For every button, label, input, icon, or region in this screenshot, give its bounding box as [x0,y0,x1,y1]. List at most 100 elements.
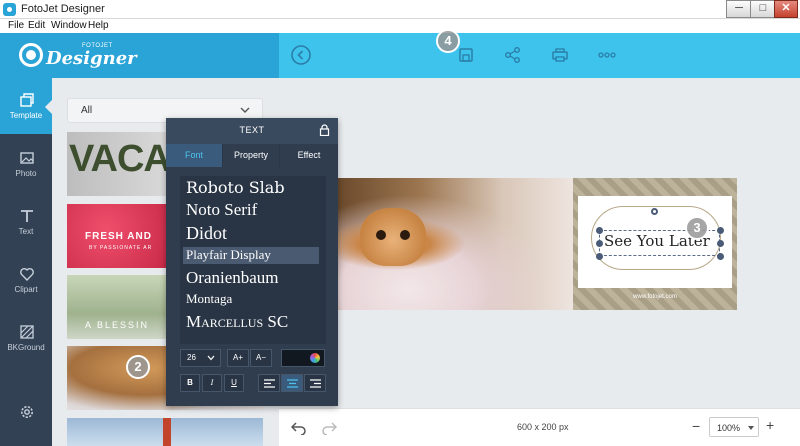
nav-clipart[interactable]: Clipart [0,252,52,308]
background-icon [20,325,34,339]
font-option[interactable]: Noto Serif [186,200,257,220]
resize-handle[interactable] [596,253,603,260]
chevron-down-icon [240,107,250,113]
tab-font[interactable]: Font [166,144,223,167]
align-left-icon [264,379,275,388]
font-option[interactable]: Montaga [186,291,232,307]
align-right-button[interactable] [304,374,326,392]
design-canvas[interactable]: See You Later www.fotojet.com [338,178,737,310]
minimize-button[interactable]: ─ [726,0,752,18]
thumb-text: FRESH AND [85,231,152,242]
template-icon [20,93,34,107]
thumb-text: A BLESSIN [85,320,150,330]
nav-photo[interactable]: Photo [0,136,52,192]
back-icon[interactable] [290,44,312,66]
design-card[interactable]: See You Later www.fotojet.com [573,178,737,310]
text-panel-tabs: Font Property Effect [166,144,338,167]
bold-button[interactable]: B [180,374,200,392]
text-panel-title: TEXT [239,125,265,135]
text-icon [21,210,33,222]
font-size-value: 26 [187,353,196,362]
lock-icon[interactable] [319,124,330,136]
bridge-graphic [163,418,171,446]
window-title: FotoJet Designer [21,3,105,15]
bottom-bar: 600 x 200 px − 100% + [279,408,800,446]
left-nav: Template Photo Text Clipart BKGround [0,78,52,446]
settings-icon [21,406,33,418]
template-thumb-bridge[interactable] [67,418,263,446]
text-controls: 26 A+ A− B I U [180,347,326,403]
maximize-button[interactable]: □ [750,0,776,18]
chevron-down-icon [748,426,754,430]
design-photo[interactable] [338,178,573,310]
font-size-select[interactable]: 26 [180,349,221,367]
rotate-handle[interactable] [651,208,658,215]
font-size-increase-button[interactable]: A+ [227,349,249,367]
resize-handle[interactable] [717,253,724,260]
tab-property[interactable]: Property [223,144,280,167]
align-left-button[interactable] [258,374,280,392]
chevron-down-icon [207,355,215,361]
kitten-image [360,208,426,266]
close-button[interactable]: ✕ [774,0,798,18]
menu-edit[interactable]: Edit [28,20,45,31]
clipart-icon [20,267,34,282]
menu-bar: File Edit Window Help [0,19,800,33]
step-badge-2: 2 [126,355,150,379]
nav-background-label: BKGround [7,343,45,352]
logo-icon [19,43,43,67]
nav-clipart-label: Clipart [14,285,38,294]
nav-photo-label: Photo [15,169,37,178]
nav-background[interactable]: BKGround [0,310,52,366]
nav-settings[interactable] [0,390,52,446]
nav-template-label: Template [9,111,43,120]
category-value: All [81,105,93,116]
color-wheel-icon [310,353,320,363]
font-option[interactable]: Didot [186,223,227,244]
align-center-icon [287,379,298,388]
menu-help[interactable]: Help [88,20,109,31]
font-option[interactable]: Roboto Slab [186,178,285,197]
font-size-decrease-button[interactable]: A− [250,349,272,367]
font-option[interactable]: Oranienbaum [186,268,279,288]
thumb-subtext: BY PASSIONATE AR [89,245,153,251]
print-icon[interactable] [549,44,571,66]
more-icon[interactable] [596,44,618,66]
align-center-button[interactable] [281,374,303,392]
resize-handle[interactable] [717,227,724,234]
font-list[interactable]: Roboto Slab Noto Serif Didot Playfair Di… [180,176,326,344]
step-badge-4: 4 [436,29,460,53]
resize-handle[interactable] [596,240,603,247]
canvas-size-label: 600 x 200 px [517,422,569,432]
menu-window[interactable]: Window [51,20,87,31]
resize-handle[interactable] [717,240,724,247]
nav-template[interactable]: Template [0,78,52,134]
menu-file[interactable]: File [8,20,24,31]
italic-button[interactable]: I [202,374,222,392]
resize-handle[interactable] [596,227,603,234]
logo-text: Designer [46,48,137,69]
card-inner: See You Later [578,196,732,288]
zoom-in-button[interactable]: + [766,417,774,433]
undo-icon[interactable] [291,421,307,435]
logo-area: FOTOJET Designer [0,33,279,78]
color-picker[interactable] [281,349,325,367]
underline-button[interactable]: U [224,374,244,392]
zoom-value: 100% [717,423,741,433]
title-bar: FotoJet Designer ─ □ ✕ [0,0,800,19]
photo-icon [20,152,34,164]
zoom-out-button[interactable]: − [692,418,700,434]
redo-icon[interactable] [321,421,337,435]
zoom-select[interactable]: 100% [709,417,759,437]
card-url: www.fotojet.com [633,294,677,300]
tab-effect[interactable]: Effect [280,144,338,167]
top-toolbar [279,33,800,78]
font-option[interactable]: Marcellus SC [186,312,288,332]
font-option-selected[interactable]: Playfair Display [183,247,319,264]
share-icon[interactable] [502,44,524,66]
align-right-icon [310,379,321,388]
save-icon[interactable] [455,44,477,66]
thumb-text: VACA [69,138,171,180]
nav-text[interactable]: Text [0,194,52,250]
text-panel: TEXT Font Property Effect Roboto Slab No… [166,118,338,406]
